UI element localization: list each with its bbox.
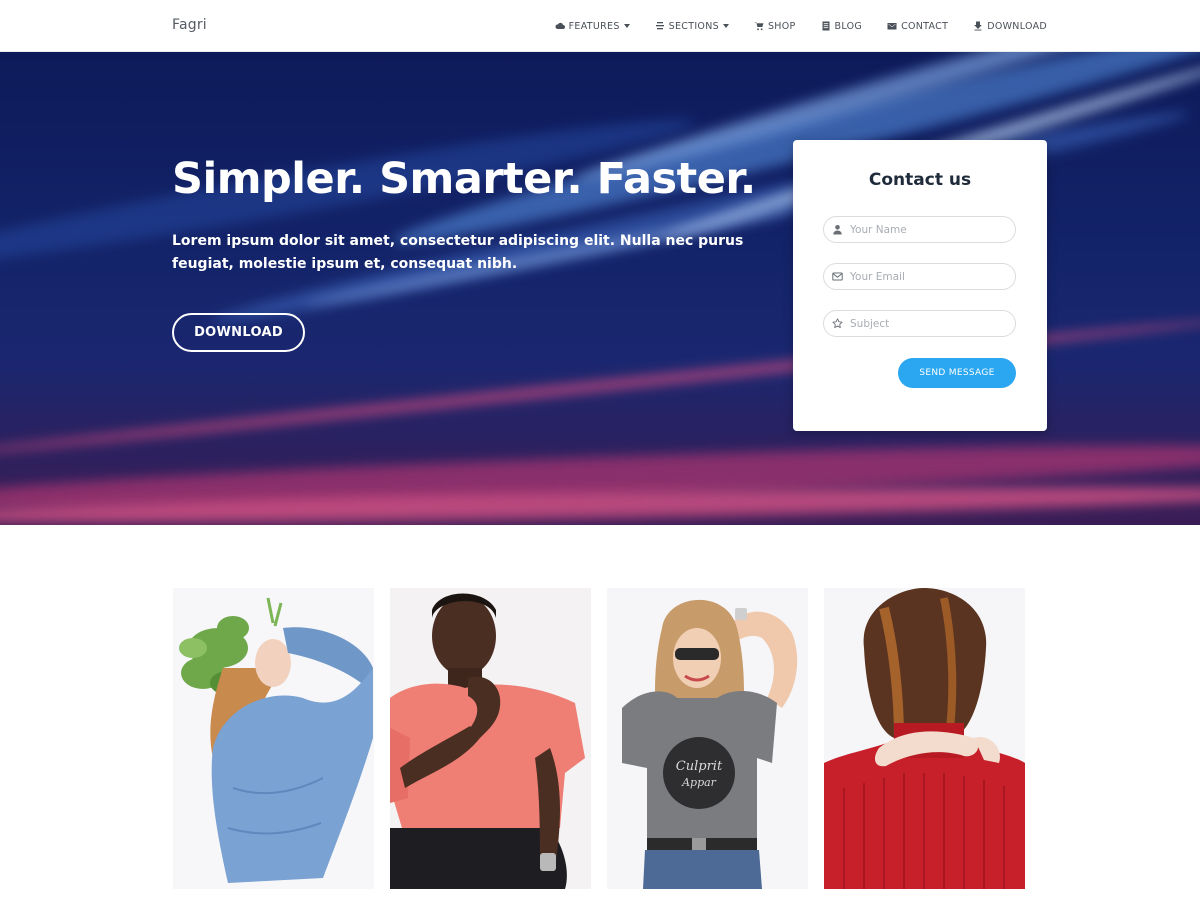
nav-item-contact[interactable]: CONTACT bbox=[887, 21, 948, 32]
download-icon bbox=[974, 21, 983, 31]
envelope-icon bbox=[832, 272, 843, 281]
download-button[interactable]: DOWNLOAD bbox=[172, 313, 305, 352]
nav-item-label: CONTACT bbox=[901, 20, 949, 32]
star-icon bbox=[832, 318, 843, 329]
contact-title: Contact us bbox=[868, 170, 972, 190]
svg-text:Culprit: Culprit bbox=[676, 759, 723, 774]
cart-icon bbox=[754, 22, 764, 31]
gallery-photo[interactable]: Culprit Appar bbox=[607, 588, 808, 889]
contact-form-card: Contact us SEND MESSAGE bbox=[793, 140, 1047, 431]
name-field[interactable] bbox=[823, 216, 1016, 243]
gallery-photo[interactable] bbox=[173, 588, 374, 889]
photo-woman-grey-tee: Culprit Appar bbox=[607, 588, 808, 889]
photo-woman-red-sweater bbox=[824, 588, 1025, 889]
user-icon bbox=[833, 225, 842, 235]
document-icon bbox=[822, 21, 830, 31]
nav-item-blog[interactable]: BLOG bbox=[821, 21, 863, 32]
nav-item-label: SECTIONS bbox=[668, 20, 719, 32]
gallery-photo[interactable] bbox=[390, 588, 591, 889]
nav-item-label: BLOG bbox=[834, 20, 863, 32]
navbar: Fagri FEATURES SECTIONS SHOP BLOG CONTAC… bbox=[0, 0, 1200, 52]
svg-text:Appar: Appar bbox=[681, 776, 717, 789]
envelope-icon bbox=[887, 23, 897, 30]
nav-item-features[interactable]: FEATURES bbox=[555, 21, 630, 32]
brand-logo[interactable]: Fagri bbox=[172, 17, 207, 33]
chevron-down-icon bbox=[722, 24, 729, 28]
chevron-down-icon bbox=[623, 24, 630, 28]
cloud-icon bbox=[555, 22, 565, 29]
subject-field[interactable] bbox=[823, 310, 1016, 337]
nav-item-label: DOWNLOAD bbox=[987, 20, 1047, 32]
nav-item-label: SHOP bbox=[767, 20, 796, 32]
photo-woman-blue-sweater bbox=[173, 588, 374, 889]
nav-item-sections[interactable]: SECTIONS bbox=[655, 21, 729, 32]
subject-input[interactable] bbox=[850, 317, 1010, 330]
photo-gallery: Culprit Appar bbox=[173, 588, 1025, 889]
email-field[interactable] bbox=[823, 263, 1016, 290]
nav-item-download[interactable]: DOWNLOAD bbox=[973, 21, 1047, 32]
email-input[interactable] bbox=[850, 270, 1010, 283]
send-message-button[interactable]: SEND MESSAGE bbox=[898, 358, 1016, 388]
nav-item-shop[interactable]: SHOP bbox=[754, 21, 796, 32]
nav-item-label: FEATURES bbox=[568, 20, 620, 32]
hero-description: Lorem ipsum dolor sit amet, consectetur … bbox=[172, 233, 744, 272]
list-icon bbox=[655, 22, 664, 30]
hero-title: Simpler. Smarter. Faster. bbox=[172, 154, 756, 204]
name-input[interactable] bbox=[850, 223, 1010, 236]
gallery-photo[interactable] bbox=[824, 588, 1025, 889]
nav-menu: FEATURES SECTIONS SHOP BLOG CONTACT DOWN… bbox=[530, 0, 1047, 52]
photo-man-pink-shirt bbox=[390, 588, 591, 889]
